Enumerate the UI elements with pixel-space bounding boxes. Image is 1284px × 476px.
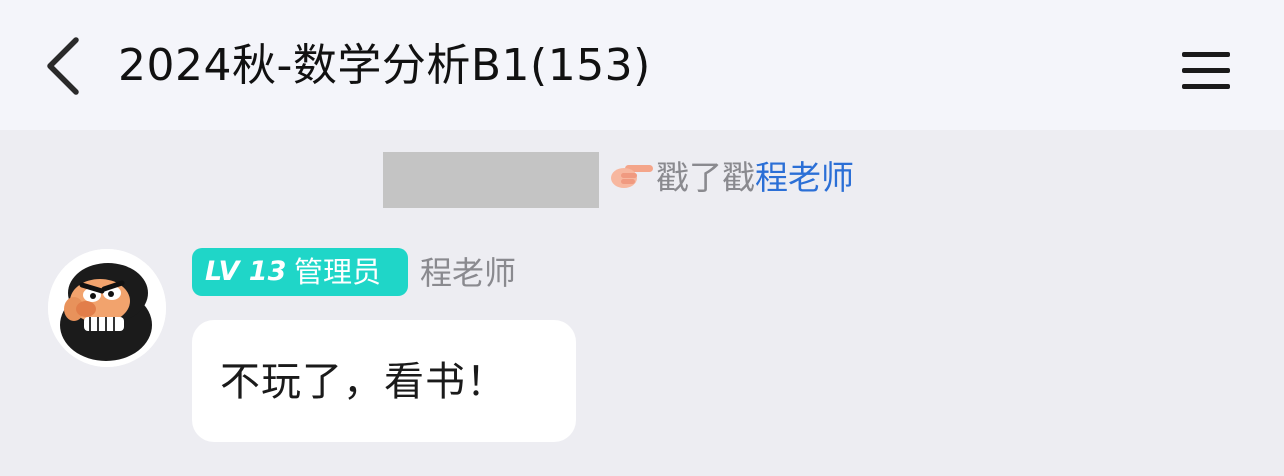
cartoon-avatar-image: [48, 249, 166, 367]
pointing-hand-icon: [611, 165, 653, 188]
sender-name[interactable]: 程老师: [420, 252, 516, 294]
chevron-left-icon: [47, 37, 79, 95]
badge-role: 管理员: [294, 255, 382, 289]
message-text: 不玩了，看书！: [220, 359, 507, 405]
poke-text: 戳了戳程老师: [656, 158, 854, 198]
badge-level: LV 13: [205, 256, 287, 287]
chat-header: 2024秋-数学分析B1(153): [0, 0, 1284, 130]
avatar[interactable]: [48, 249, 166, 367]
group-title: 2024秋-数学分析B1(153): [118, 40, 651, 91]
back-button[interactable]: [34, 30, 94, 102]
message-bubble[interactable]: 不玩了，看书！: [192, 320, 576, 442]
redacted-username: [383, 152, 599, 208]
member-level-badge: LV 13 管理员: [192, 248, 408, 296]
poke-notice: 戳了戳程老师: [0, 150, 1284, 210]
poke-action: 戳了戳: [656, 158, 755, 197]
poke-target-name[interactable]: 程老师: [755, 158, 854, 197]
menu-button[interactable]: [1176, 40, 1236, 96]
